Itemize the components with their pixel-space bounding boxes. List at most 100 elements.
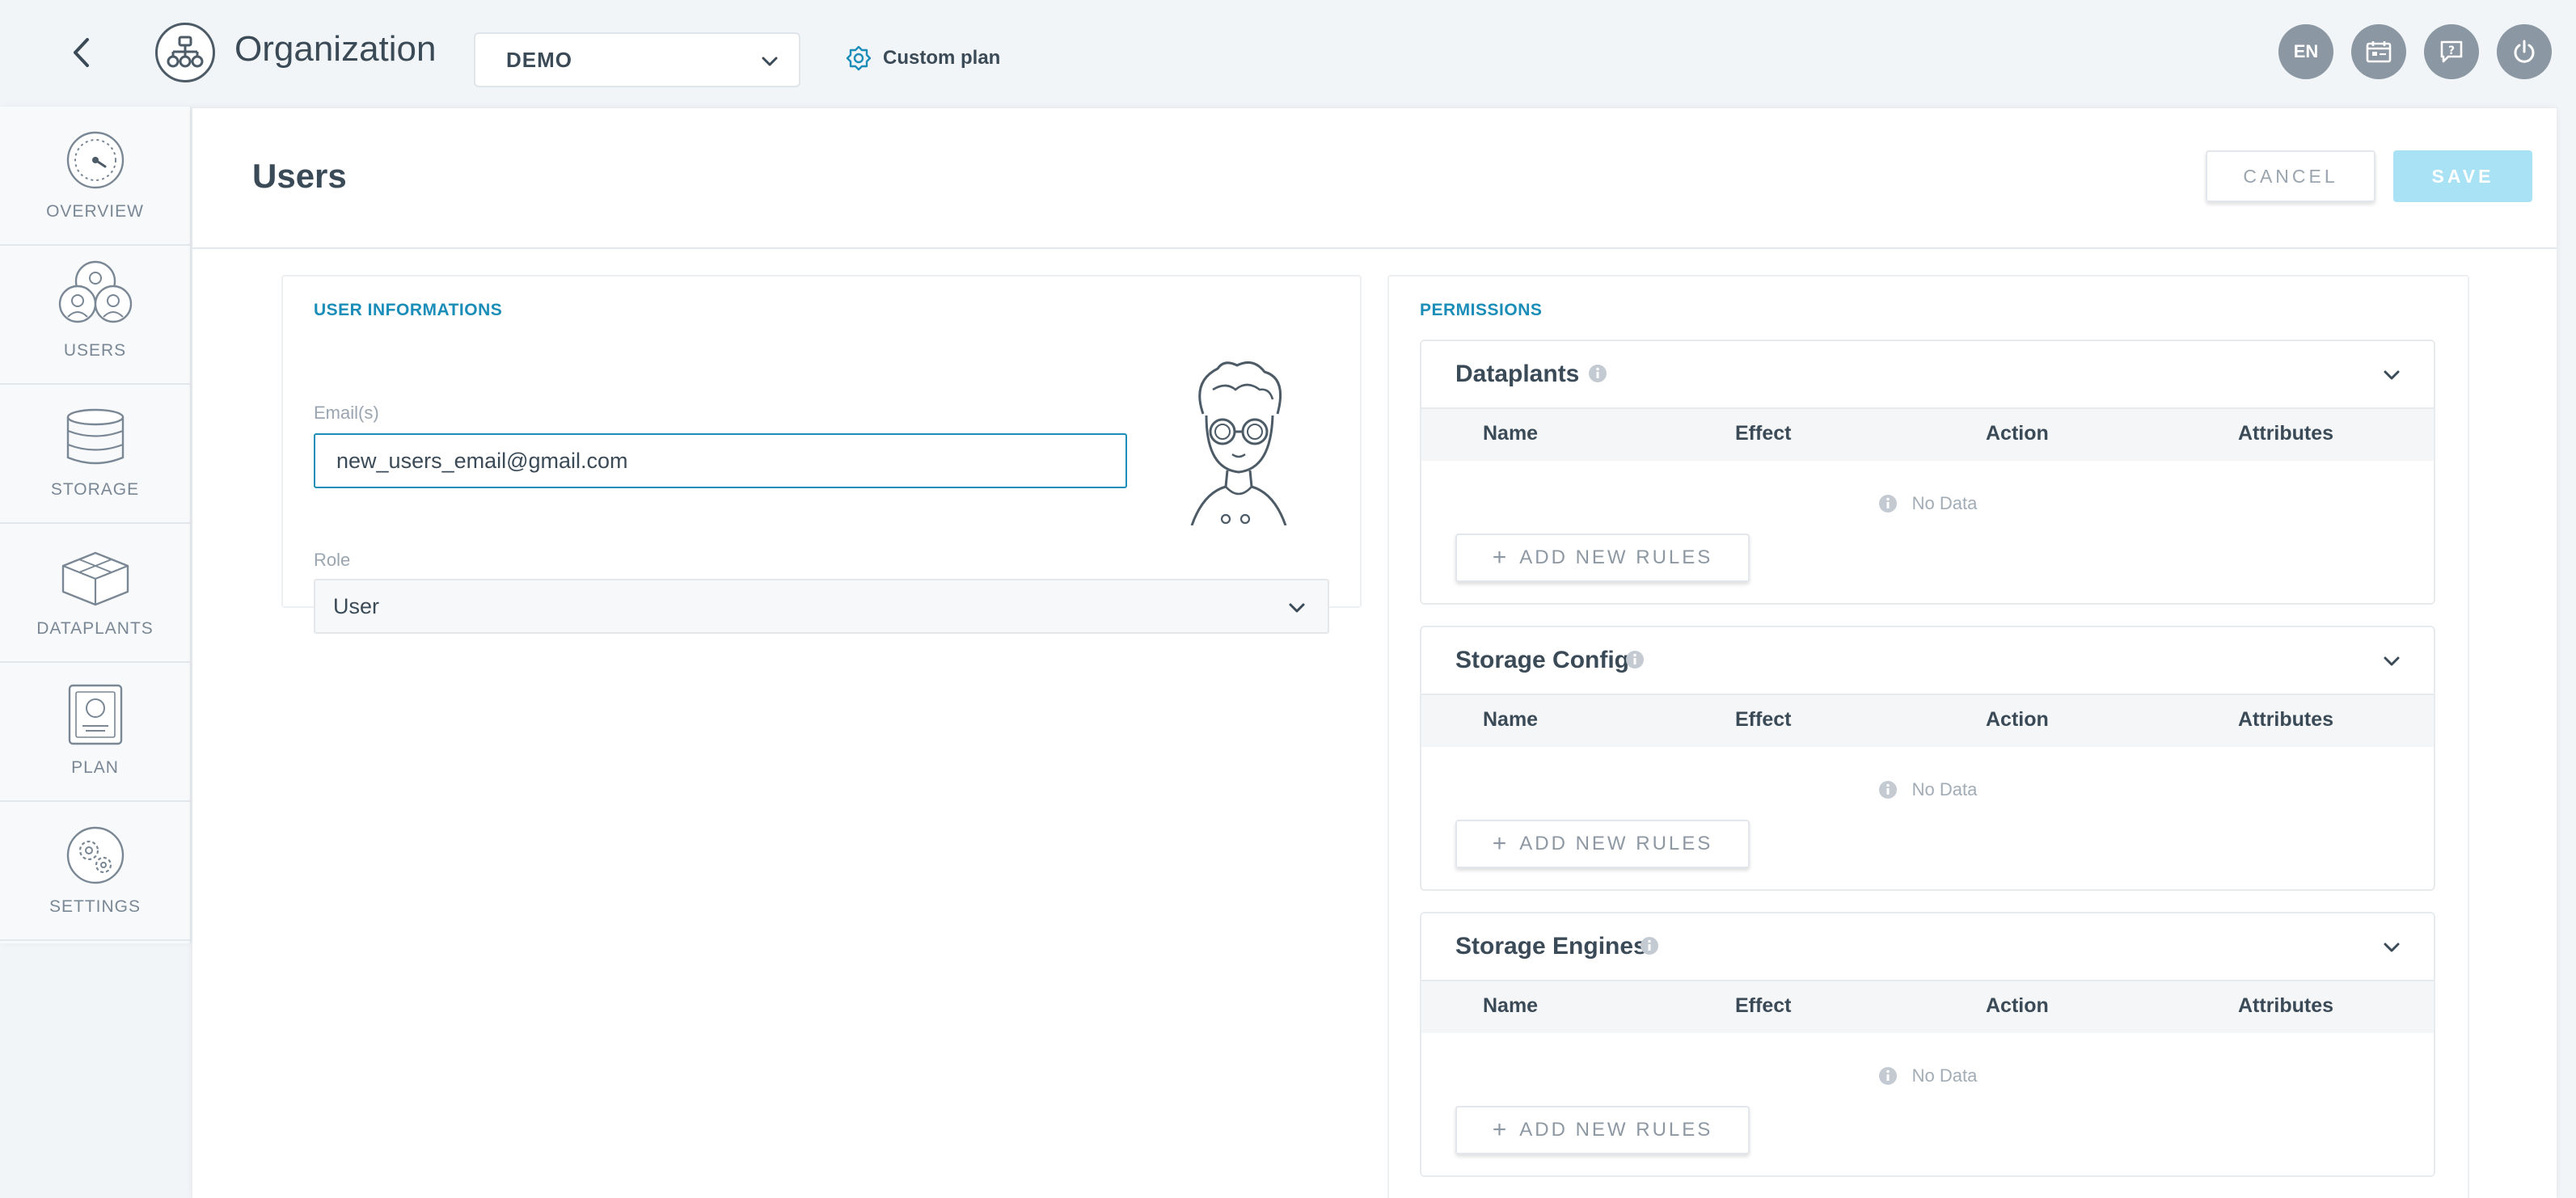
empty-state: No Data xyxy=(1421,493,2434,514)
permission-section-name: Storage Engines xyxy=(1455,933,1647,960)
gear-plan-icon xyxy=(846,45,872,71)
help-icon: ? xyxy=(2440,40,2463,63)
column-effect: Effect xyxy=(1735,994,1792,1017)
add-new-rules-label: ADD NEW RULES xyxy=(1519,833,1713,854)
permission-section-header[interactable]: Storage Config xyxy=(1421,627,2434,695)
permission-section-header[interactable]: Storage Engines xyxy=(1421,913,2434,981)
page-title: Users xyxy=(252,157,347,195)
sidebar-item-settings[interactable]: SETTINGS xyxy=(0,802,190,941)
dashboard-gauge-icon xyxy=(66,131,124,189)
users-group-icon xyxy=(58,260,132,323)
organization-icon xyxy=(155,23,215,82)
language-button[interactable]: EN xyxy=(2278,24,2333,79)
svg-text:?: ? xyxy=(2448,44,2455,57)
column-effect: Effect xyxy=(1735,708,1792,731)
custom-plan-label: Custom plan xyxy=(883,47,1001,69)
no-data-text: No Data xyxy=(1911,1065,1978,1086)
power-icon xyxy=(2514,40,2535,63)
add-new-rules-label: ADD NEW RULES xyxy=(1519,1119,1713,1141)
user-info-card: USER INFORMATIONS Email(s) Role User xyxy=(281,275,1362,634)
add-new-rules-label: ADD NEW RULES xyxy=(1519,546,1713,568)
info-icon xyxy=(1878,1067,1897,1085)
help-button[interactable]: ? xyxy=(2424,24,2479,79)
column-name: Name xyxy=(1483,422,1539,445)
permission-section-storage-engines: Storage Engines Name Effect Action Attri… xyxy=(1420,912,2435,1177)
permission-table-header: Name Effect Action Attributes xyxy=(1421,695,2434,747)
info-icon xyxy=(1589,365,1607,382)
permission-table-header: Name Effect Action Attributes xyxy=(1421,409,2434,461)
top-bar: Organization DEMO Custom plan EN ? xyxy=(0,0,2576,105)
sidebar-item-label: USERS xyxy=(63,341,127,360)
sidebar-item-plan[interactable]: PLAN xyxy=(0,663,190,802)
environment-select[interactable]: DEMO xyxy=(474,32,800,87)
sidebar-item-overview[interactable]: OVERVIEW xyxy=(0,107,190,246)
database-icon xyxy=(66,408,124,465)
column-action: Action xyxy=(1986,708,2049,731)
divider xyxy=(192,247,2557,249)
language-label: EN xyxy=(2293,41,2319,61)
save-button[interactable]: SAVE xyxy=(2393,150,2532,202)
permission-table-header: Name Effect Action Attributes xyxy=(1421,981,2434,1033)
chevron-down-icon xyxy=(762,57,778,66)
column-action: Action xyxy=(1986,994,2049,1017)
settings-gears-icon xyxy=(66,826,124,884)
role-value: User xyxy=(333,593,380,618)
permission-section-name: Storage Config xyxy=(1455,647,1629,673)
calendar-icon xyxy=(2366,41,2392,63)
user-avatar-icon xyxy=(1190,361,1287,525)
calendar-button[interactable] xyxy=(2351,24,2406,79)
user-info-title: USER INFORMATIONS xyxy=(314,301,503,319)
empty-state: No Data xyxy=(1421,779,2434,800)
info-icon xyxy=(1878,495,1897,513)
permissions-title: PERMISSIONS xyxy=(1420,301,1543,319)
column-name: Name xyxy=(1483,994,1539,1017)
column-attributes: Attributes xyxy=(2238,708,2334,731)
chevron-down-icon xyxy=(2384,370,2400,380)
sidebar-item-storage[interactable]: STORAGE xyxy=(0,385,190,524)
environment-value: DEMO xyxy=(506,47,572,72)
sidebar-item-label: DATAPLANTS xyxy=(36,619,154,638)
sidebar-item-label: PLAN xyxy=(71,758,119,777)
column-effect: Effect xyxy=(1735,422,1792,445)
sidebar-item-dataplants[interactable]: DATAPLANTS xyxy=(0,524,190,663)
main-panel: Users CANCEL SAVE USER INFORMATIONS Emai… xyxy=(192,108,2557,1198)
sidebar-item-label: SETTINGS xyxy=(49,897,141,916)
column-attributes: Attributes xyxy=(2238,422,2334,445)
chevron-down-icon xyxy=(1289,603,1305,613)
sidebar-item-label: OVERVIEW xyxy=(46,202,144,221)
boxes-icon xyxy=(61,551,129,606)
info-icon xyxy=(1626,651,1644,669)
add-new-rules-button[interactable]: + ADD NEW RULES xyxy=(1455,534,1750,582)
info-icon xyxy=(1641,937,1658,955)
sidebar-item-label: STORAGE xyxy=(50,480,140,499)
sidebar: OVERVIEW USERS STORAGE DATAPLANTS PLAN S… xyxy=(0,107,191,943)
no-data-text: No Data xyxy=(1911,779,1978,799)
role-select[interactable]: User xyxy=(314,579,1329,634)
custom-plan-badge[interactable]: Custom plan xyxy=(846,45,1000,71)
plus-icon: + xyxy=(1492,830,1507,857)
sidebar-item-users[interactable]: USERS xyxy=(0,246,190,385)
column-attributes: Attributes xyxy=(2238,994,2334,1017)
permission-section-storage-config: Storage Config Name Effect Action Attrib… xyxy=(1420,626,2435,891)
permission-section-dataplants: Dataplants Name Effect Action Attributes xyxy=(1420,340,2435,605)
add-new-rules-button[interactable]: + ADD NEW RULES xyxy=(1455,1106,1750,1154)
logout-button[interactable] xyxy=(2497,24,2552,79)
plan-document-icon xyxy=(68,684,122,745)
column-action: Action xyxy=(1986,422,2049,445)
add-new-rules-button[interactable]: + ADD NEW RULES xyxy=(1455,820,1750,868)
no-data-text: No Data xyxy=(1911,493,1978,513)
empty-state: No Data xyxy=(1421,1065,2434,1086)
plus-icon: + xyxy=(1492,1116,1507,1143)
permissions-card: PERMISSIONS Dataplants Name Effect Actio… xyxy=(1387,275,2469,1198)
chevron-left-icon xyxy=(74,38,89,67)
permission-section-name: Dataplants xyxy=(1455,361,1580,387)
permission-section-header[interactable]: Dataplants xyxy=(1421,341,2434,409)
app-title: Organization xyxy=(234,29,437,69)
plus-icon: + xyxy=(1492,544,1507,571)
back-button[interactable] xyxy=(63,32,99,73)
email-field[interactable] xyxy=(314,433,1127,488)
chevron-down-icon xyxy=(2384,656,2400,666)
cancel-button[interactable]: CANCEL xyxy=(2206,150,2375,202)
chevron-down-icon xyxy=(2384,943,2400,952)
column-name: Name xyxy=(1483,708,1539,731)
